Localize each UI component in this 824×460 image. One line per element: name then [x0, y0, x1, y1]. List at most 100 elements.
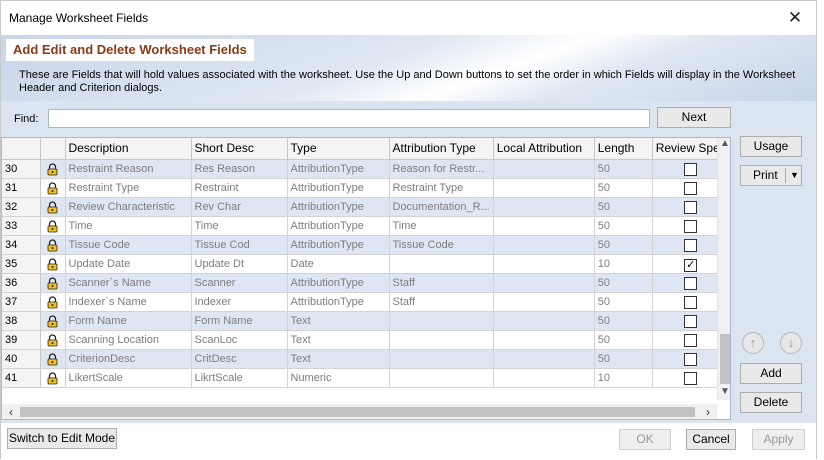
description-cell[interactable]: LikertScale — [65, 368, 192, 388]
table-row[interactable]: 37 Indexer`s Name Indexer AttributionType St… — [2, 292, 730, 312]
description-cell[interactable]: CriterionDesc — [65, 349, 192, 369]
review-spec-checkbox[interactable] — [684, 238, 698, 252]
apply-button[interactable]: Apply — [752, 429, 805, 450]
short-desc-cell[interactable]: Scanner — [191, 273, 288, 293]
type-cell[interactable]: AttributionType — [287, 292, 390, 312]
description-cell[interactable]: Scanning Location — [65, 330, 192, 350]
local-attribution-cell[interactable] — [493, 330, 595, 350]
table-row[interactable]: 38 Form Name Form Name Text 50 — [2, 311, 730, 331]
local-attribution-cell[interactable] — [493, 311, 595, 331]
type-cell[interactable]: Text — [287, 349, 390, 369]
row-number-cell[interactable]: 40 — [2, 349, 41, 369]
type-cell[interactable]: AttributionType — [287, 197, 390, 217]
local-attribution-cell[interactable] — [493, 292, 595, 312]
type-cell[interactable]: AttributionType — [287, 159, 390, 179]
scroll-down-icon[interactable]: ▼ — [718, 386, 730, 400]
short-desc-cell[interactable]: Form Name — [191, 311, 288, 331]
review-spec-checkbox[interactable] — [684, 219, 698, 233]
next-button[interactable]: Next — [657, 107, 731, 128]
table-row[interactable]: 32 Review Characteristic Rev Char Attributi… — [2, 197, 730, 217]
move-up-button[interactable]: ↑ — [742, 332, 764, 354]
attribution-type-cell[interactable] — [389, 254, 494, 274]
chevron-down-icon[interactable]: ▼ — [790, 166, 799, 185]
short-desc-cell[interactable]: LikrtScale — [191, 368, 288, 388]
review-spec-checkbox[interactable] — [684, 181, 698, 195]
row-number-cell[interactable]: 39 — [2, 330, 41, 350]
scroll-left-icon[interactable]: ‹ — [4, 404, 18, 419]
short-desc-cell[interactable]: Rev Char — [191, 197, 288, 217]
description-cell[interactable]: Restraint Reason — [65, 159, 192, 179]
short-desc-cell[interactable]: Restraint — [191, 178, 288, 198]
row-number-cell[interactable]: 41 — [2, 368, 41, 388]
table-row[interactable]: 35 Update Date Update Dt Date 10 ✓ — [2, 254, 730, 274]
print-button[interactable]: Print ▼ — [740, 165, 802, 186]
local-attribution-cell[interactable] — [493, 368, 595, 388]
length-cell[interactable]: 50 — [594, 292, 653, 312]
table-row[interactable]: 40 CriterionDesc CritDesc Text 50 — [2, 349, 730, 369]
column-header-icon[interactable] — [40, 138, 66, 160]
attribution-type-cell[interactable]: Restraint Type — [389, 178, 494, 198]
length-cell[interactable]: 10 — [594, 368, 653, 388]
scroll-up-icon[interactable]: ▲ — [718, 138, 730, 152]
review-spec-checkbox[interactable] — [684, 162, 698, 176]
table-row[interactable]: 36 Scanner`s Name Scanner AttributionType St… — [2, 273, 730, 293]
horizontal-scrollbar[interactable]: ‹ › — [2, 404, 717, 419]
description-cell[interactable]: Tissue Code — [65, 235, 192, 255]
row-number-cell[interactable]: 30 — [2, 159, 41, 179]
short-desc-cell[interactable]: CritDesc — [191, 349, 288, 369]
review-spec-checkbox[interactable] — [684, 352, 698, 366]
row-number-cell[interactable]: 36 — [2, 273, 41, 293]
attribution-type-cell[interactable] — [389, 349, 494, 369]
column-header-attribution-type[interactable]: Attribution Type — [389, 138, 494, 160]
length-cell[interactable]: 50 — [594, 216, 653, 236]
review-spec-checkbox[interactable] — [684, 295, 698, 309]
review-spec-checkbox[interactable] — [684, 276, 698, 290]
description-cell[interactable]: Form Name — [65, 311, 192, 331]
column-header-length[interactable]: Length — [594, 138, 653, 160]
row-number-cell[interactable]: 37 — [2, 292, 41, 312]
length-cell[interactable]: 50 — [594, 273, 653, 293]
type-cell[interactable]: AttributionType — [287, 216, 390, 236]
vertical-scrollbar[interactable]: ▲ ▼ — [717, 138, 730, 400]
table-row[interactable]: 30 Restraint Reason Res Reason AttributionT… — [2, 159, 730, 179]
attribution-type-cell[interactable] — [389, 330, 494, 350]
length-cell[interactable]: 50 — [594, 311, 653, 331]
local-attribution-cell[interactable] — [493, 197, 595, 217]
description-cell[interactable]: Restraint Type — [65, 178, 192, 198]
column-header-local-attribution[interactable]: Local Attribution — [493, 138, 595, 160]
column-header-short-desc[interactable]: Short Desc — [191, 138, 288, 160]
length-cell[interactable]: 50 — [594, 178, 653, 198]
row-number-cell[interactable]: 35 — [2, 254, 41, 274]
column-header-type[interactable]: Type — [287, 138, 390, 160]
row-number-cell[interactable]: 34 — [2, 235, 41, 255]
type-cell[interactable]: Text — [287, 330, 390, 350]
local-attribution-cell[interactable] — [493, 349, 595, 369]
short-desc-cell[interactable]: ScanLoc — [191, 330, 288, 350]
length-cell[interactable]: 50 — [594, 349, 653, 369]
short-desc-cell[interactable]: Tissue Cod — [191, 235, 288, 255]
delete-button[interactable]: Delete — [740, 392, 802, 413]
vertical-scroll-thumb[interactable] — [720, 334, 730, 384]
switch-to-edit-mode-button[interactable]: Switch to Edit Mode — [7, 428, 117, 449]
review-spec-checkbox[interactable] — [684, 333, 698, 347]
attribution-type-cell[interactable]: Time — [389, 216, 494, 236]
attribution-type-cell[interactable] — [389, 368, 494, 388]
review-spec-checkbox[interactable] — [684, 371, 698, 385]
attribution-type-cell[interactable]: Documentation_R... — [389, 197, 494, 217]
local-attribution-cell[interactable] — [493, 159, 595, 179]
description-cell[interactable]: Indexer`s Name — [65, 292, 192, 312]
short-desc-cell[interactable]: Indexer — [191, 292, 288, 312]
row-number-cell[interactable]: 32 — [2, 197, 41, 217]
local-attribution-cell[interactable] — [493, 235, 595, 255]
length-cell[interactable]: 50 — [594, 159, 653, 179]
row-number-cell[interactable]: 31 — [2, 178, 41, 198]
length-cell[interactable]: 50 — [594, 235, 653, 255]
local-attribution-cell[interactable] — [493, 178, 595, 198]
description-cell[interactable]: Time — [65, 216, 192, 236]
row-number-cell[interactable]: 38 — [2, 311, 41, 331]
add-button[interactable]: Add — [740, 363, 802, 384]
attribution-type-cell[interactable]: Reason for Restr... — [389, 159, 494, 179]
cancel-button[interactable]: Cancel — [686, 429, 736, 450]
table-row[interactable]: 41 LikertScale LikrtScale Numeric 10 — [2, 368, 730, 388]
length-cell[interactable]: 50 — [594, 197, 653, 217]
